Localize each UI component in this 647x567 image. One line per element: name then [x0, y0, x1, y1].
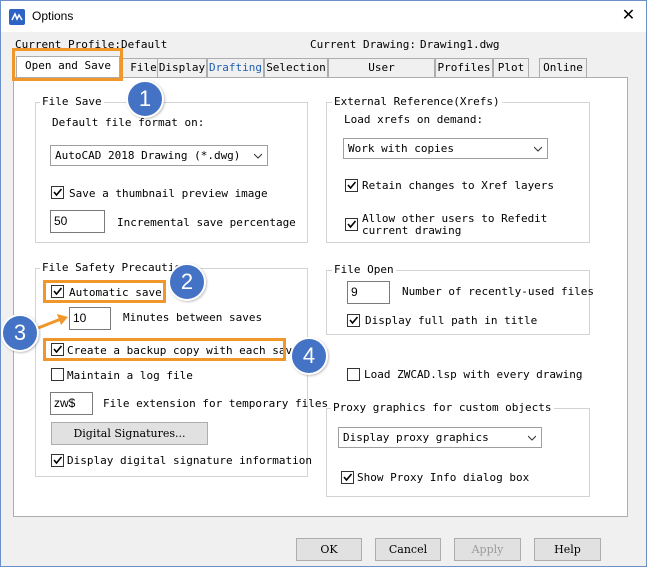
- allow-refedit-label-2: current drawing: [362, 224, 462, 237]
- retain-changes-checkbox[interactable]: [345, 179, 358, 192]
- proxy-graphics-value: Display proxy graphics: [343, 431, 489, 444]
- highlight-backup-copy: [43, 338, 286, 361]
- callout-2: 2: [168, 263, 206, 301]
- incremental-save-label: Incremental save percentage: [117, 216, 296, 229]
- tab-drafting[interactable]: Drafting: [207, 58, 264, 77]
- file-save-title: File Save: [40, 95, 104, 108]
- load-xrefs-value: Work with copies: [348, 142, 454, 155]
- proxy-title: Proxy graphics for custom objects: [331, 401, 554, 414]
- callout-4: 4: [290, 337, 328, 375]
- highlight-automatic-save: [43, 280, 166, 303]
- minutes-between-saves-input[interactable]: 10: [69, 307, 111, 330]
- window-title: Options: [32, 9, 74, 23]
- load-lsp-label: Load ZWCAD.lsp with every drawing: [364, 368, 583, 381]
- full-path-checkbox[interactable]: [347, 314, 360, 327]
- proxy-graphics-select[interactable]: Display proxy graphics: [338, 427, 542, 448]
- signature-info-label: Display digital signature information: [67, 454, 313, 467]
- load-lsp-checkbox[interactable]: [347, 368, 360, 381]
- file-open-title: File Open: [332, 263, 396, 276]
- tab-plot[interactable]: Plot: [493, 58, 529, 77]
- log-file-label: Maintain a log file: [67, 369, 193, 382]
- temp-extension-input[interactable]: zw$: [50, 392, 93, 415]
- help-button[interactable]: Help: [534, 538, 601, 561]
- title-bar: Options ✕: [1, 1, 646, 32]
- callout-3: 3: [1, 314, 39, 352]
- tab-profiles[interactable]: Profiles: [435, 58, 493, 77]
- signature-info-checkbox[interactable]: [51, 454, 64, 467]
- default-format-select[interactable]: AutoCAD 2018 Drawing (*.dwg): [50, 145, 268, 166]
- current-drawing-label: Current Drawing:: [310, 38, 416, 51]
- close-icon[interactable]: ✕: [611, 1, 646, 31]
- incremental-save-input[interactable]: 50: [50, 210, 105, 233]
- options-dialog: Options ✕ Current Profile:Default Curren…: [0, 0, 647, 567]
- default-format-label: Default file format on:: [52, 116, 205, 129]
- proxy-info-checkbox[interactable]: [341, 471, 354, 484]
- minutes-between-saves-label: Minutes between saves: [123, 311, 263, 324]
- thumbnail-label: Save a thumbnail preview image: [69, 187, 268, 200]
- tab-user-preferences[interactable]: User Preferences: [328, 58, 435, 91]
- retain-changes-label: Retain changes to Xref layers: [362, 179, 555, 192]
- current-drawing-value: Drawing1.dwg: [420, 38, 500, 51]
- ok-button[interactable]: OK: [296, 538, 362, 561]
- default-format-value: AutoCAD 2018 Drawing (*.dwg): [55, 149, 241, 162]
- load-xrefs-label: Load xrefs on demand:: [344, 113, 484, 126]
- callout-1: 1: [126, 80, 164, 118]
- temp-extension-label: File extension for temporary files: [103, 397, 329, 410]
- tab-selection[interactable]: Selection: [264, 58, 328, 77]
- log-file-checkbox[interactable]: [51, 368, 64, 381]
- chevron-down-icon: [528, 435, 536, 441]
- tab-display[interactable]: Display: [157, 58, 207, 77]
- load-xrefs-select[interactable]: Work with copies: [343, 138, 548, 159]
- recent-files-label: Number of recently-used files: [402, 285, 595, 298]
- app-logo-icon: [9, 9, 25, 25]
- proxy-info-label: Show Proxy Info dialog box: [357, 471, 530, 484]
- allow-refedit-checkbox[interactable]: [345, 218, 358, 231]
- full-path-label: Display full path in title: [365, 314, 538, 327]
- recent-files-input[interactable]: 9: [347, 281, 390, 304]
- thumbnail-checkbox[interactable]: [51, 186, 64, 199]
- xref-title: External Reference(Xrefs): [332, 95, 502, 108]
- apply-button[interactable]: Apply: [454, 538, 521, 561]
- cancel-button[interactable]: Cancel: [375, 538, 441, 561]
- chevron-down-icon: [534, 146, 542, 152]
- highlight-open-and-save-tab: [12, 48, 123, 81]
- chevron-down-icon: [254, 153, 262, 159]
- tab-online[interactable]: Online: [539, 58, 587, 77]
- digital-signatures-button[interactable]: Digital Signatures...: [51, 422, 208, 445]
